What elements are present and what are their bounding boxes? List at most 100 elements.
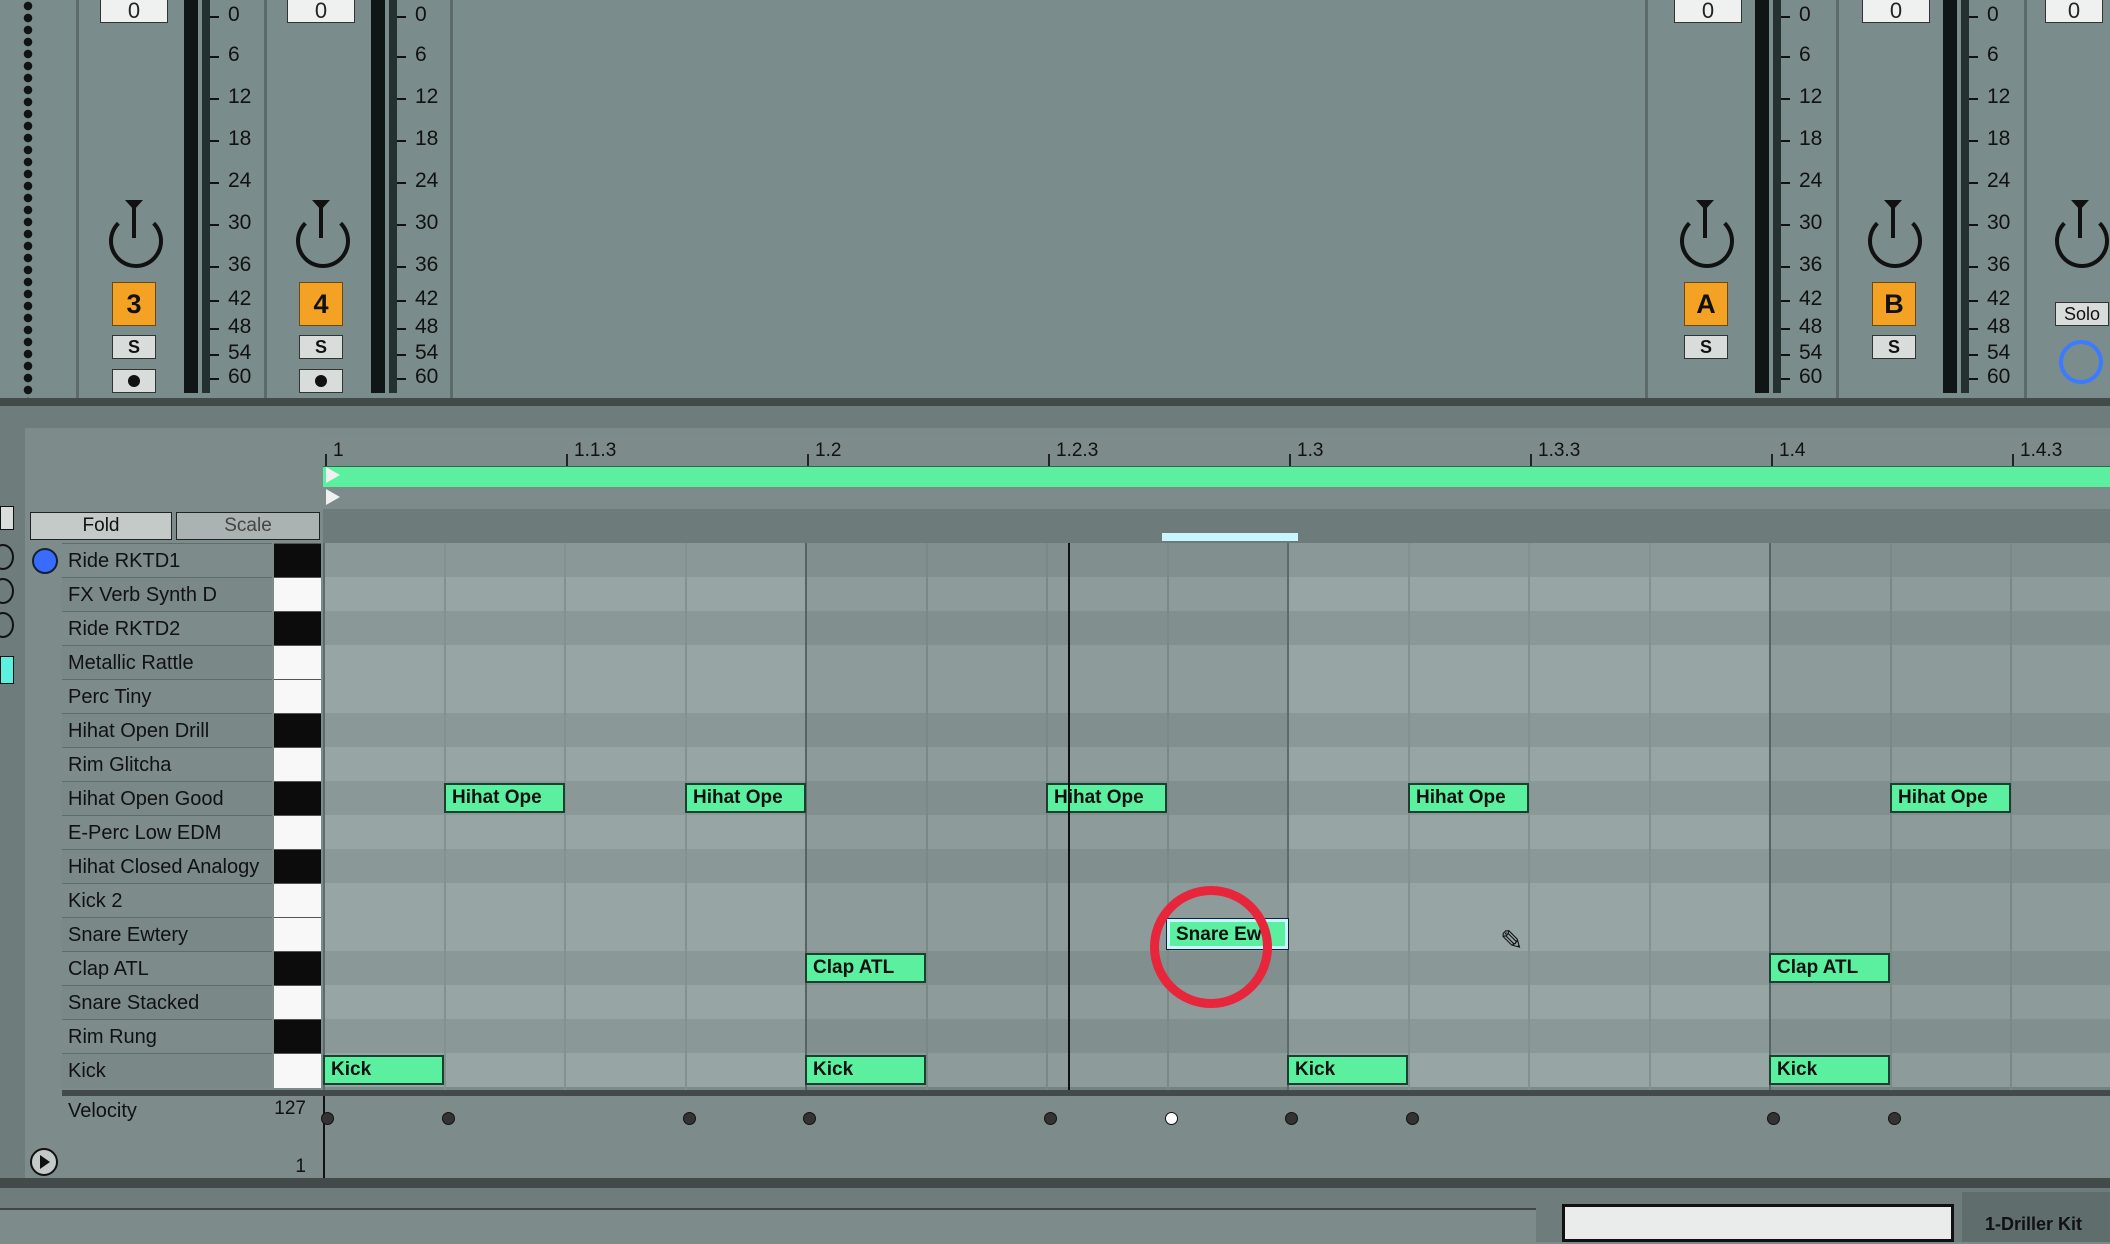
pan-knob-icon[interactable]	[1680, 200, 1734, 268]
volume-field[interactable]: 0	[100, 0, 168, 23]
drum-pad-row[interactable]: Clap ATL	[62, 951, 272, 986]
midi-note[interactable]: Kick	[323, 1055, 444, 1085]
velocity-marker[interactable]	[683, 1112, 696, 1125]
solo-button[interactable]: S	[1872, 335, 1916, 359]
scale-label: 30	[1987, 211, 2011, 234]
piano-key[interactable]	[274, 849, 321, 884]
piano-key[interactable]	[274, 917, 321, 952]
scale-label: 6	[1987, 43, 1999, 66]
midi-note[interactable]: Clap ATL	[1769, 953, 1890, 983]
pan-knob-icon[interactable]	[2055, 200, 2109, 268]
piano-key[interactable]	[274, 951, 321, 986]
drum-pad-row[interactable]: Perc Tiny	[62, 679, 272, 714]
midi-note[interactable]: Hihat Ope	[444, 783, 565, 813]
solo-button[interactable]: S	[1684, 335, 1728, 359]
drum-pad-row[interactable]: Hihat Open Good	[62, 781, 272, 816]
piano-key[interactable]	[274, 611, 321, 646]
piano-key[interactable]	[274, 883, 321, 918]
velocity-marker[interactable]	[321, 1112, 334, 1125]
midi-note[interactable]: Clap ATL	[805, 953, 926, 983]
scale-label: 42	[1987, 287, 2011, 310]
track-activator-button[interactable]: 3	[112, 282, 156, 326]
track-activator-button[interactable]: B	[1872, 282, 1916, 326]
fold-button[interactable]: Fold	[30, 512, 172, 540]
piano-key[interactable]	[274, 577, 321, 612]
piano-key[interactable]	[274, 815, 321, 850]
beat-time-ruler[interactable]: 1 1.1.3 1.2 1.2.3 1.3 1.3.3 1.4 1.4.3	[323, 436, 2110, 466]
scale-label: 60	[228, 365, 252, 388]
scale-tick	[397, 98, 406, 100]
arm-record-button[interactable]	[299, 369, 343, 393]
velocity-marker[interactable]	[1406, 1112, 1419, 1125]
start-marker-icon[interactable]	[326, 489, 340, 505]
highlight-toggle-button[interactable]	[0, 656, 14, 684]
midi-note[interactable]: Hihat Ope	[685, 783, 806, 813]
midi-note[interactable]: Kick	[1287, 1055, 1408, 1085]
solo-button[interactable]: S	[299, 335, 343, 359]
meter-scale: 0 6 12 18 24 30 36 42 48 54 60	[210, 0, 264, 395]
velocity-marker[interactable]	[442, 1112, 455, 1125]
cue-volume-knob-icon[interactable]	[2059, 340, 2103, 384]
midi-note[interactable]: Kick	[1769, 1055, 1890, 1085]
velocity-marker[interactable]	[1285, 1112, 1298, 1125]
velocity-marker[interactable]	[1767, 1112, 1780, 1125]
solo-button[interactable]: Solo	[2055, 302, 2109, 326]
loop-start-marker-icon[interactable]	[326, 467, 340, 483]
drum-pad-row[interactable]: Hihat Closed Analogy	[62, 849, 272, 884]
velocity-marker[interactable]	[1044, 1112, 1057, 1125]
velocity-lane[interactable]	[62, 1096, 2110, 1178]
drum-pad-row[interactable]: Kick	[62, 1053, 272, 1088]
midi-note[interactable]: Hihat Ope	[1408, 783, 1529, 813]
drum-pad-row[interactable]: Metallic Rattle	[62, 645, 272, 680]
meter-scale: 0 6 12 18 24 30 36 42 48 54 60	[1969, 0, 2023, 395]
preview-toggle-icon[interactable]	[32, 548, 58, 574]
piano-key[interactable]	[274, 645, 321, 680]
piano-key[interactable]	[274, 1053, 321, 1088]
midi-note[interactable]: Hihat Ope	[1890, 783, 2011, 813]
drum-pad-row[interactable]: FX Verb Synth D	[62, 577, 272, 612]
midi-note[interactable]: Hihat Ope	[1046, 783, 1167, 813]
drum-pad-row[interactable]: Ride RKTD1	[62, 543, 272, 578]
drum-pad-row[interactable]: Kick 2	[62, 883, 272, 918]
volume-field[interactable]: 0	[2045, 0, 2103, 23]
drum-pad-row[interactable]: Snare Ewtery	[62, 917, 272, 952]
drum-pad-row[interactable]: Rim Glitcha	[62, 747, 272, 782]
piano-key[interactable]	[274, 713, 321, 748]
drum-pad-row[interactable]: Hihat Open Drill	[62, 713, 272, 748]
scale-tick	[1969, 354, 1978, 356]
scale-tick	[1969, 266, 1978, 268]
pan-knob-icon[interactable]	[109, 200, 163, 268]
drum-pad-row[interactable]: E-Perc Low EDM	[62, 815, 272, 850]
piano-key[interactable]	[274, 1019, 321, 1054]
velocity-marker[interactable]	[803, 1112, 816, 1125]
drum-pad-row[interactable]: Rim Rung	[62, 1019, 272, 1054]
piano-key[interactable]	[274, 747, 321, 782]
piano-key[interactable]	[274, 985, 321, 1020]
pan-knob-icon[interactable]	[296, 200, 350, 268]
drum-pad-name: Kick	[68, 1060, 106, 1082]
volume-field[interactable]: 0	[287, 0, 355, 23]
scale-button[interactable]: Scale	[176, 512, 320, 540]
drum-pad-row[interactable]: Ride RKTD2	[62, 611, 272, 646]
level-meter	[202, 0, 210, 393]
play-icon[interactable]	[30, 1148, 58, 1176]
drum-pad-row[interactable]: Snare Stacked	[62, 985, 272, 1020]
note-editor-grid[interactable]: Hihat Ope Hihat Ope Hihat Ope Hihat Ope Hiha…	[323, 543, 2110, 1091]
volume-field[interactable]: 0	[1862, 0, 1930, 23]
overview-thumbnail[interactable]	[1562, 1204, 1954, 1242]
volume-field[interactable]: 0	[1674, 0, 1742, 23]
clip-toggle-button[interactable]	[0, 506, 14, 530]
velocity-marker[interactable]	[1165, 1112, 1178, 1125]
solo-button[interactable]: S	[112, 335, 156, 359]
piano-key[interactable]	[274, 543, 321, 578]
loop-brace[interactable]	[323, 466, 2110, 488]
arm-record-button[interactable]	[112, 369, 156, 393]
piano-key[interactable]	[274, 781, 321, 816]
track-activator-button[interactable]: A	[1684, 282, 1728, 326]
pan-knob-icon[interactable]	[1868, 200, 1922, 268]
piano-key[interactable]	[274, 679, 321, 714]
resize-handle[interactable]	[18, 0, 38, 398]
track-activator-button[interactable]: 4	[299, 282, 343, 326]
midi-note[interactable]: Kick	[805, 1055, 926, 1085]
velocity-marker[interactable]	[1888, 1112, 1901, 1125]
